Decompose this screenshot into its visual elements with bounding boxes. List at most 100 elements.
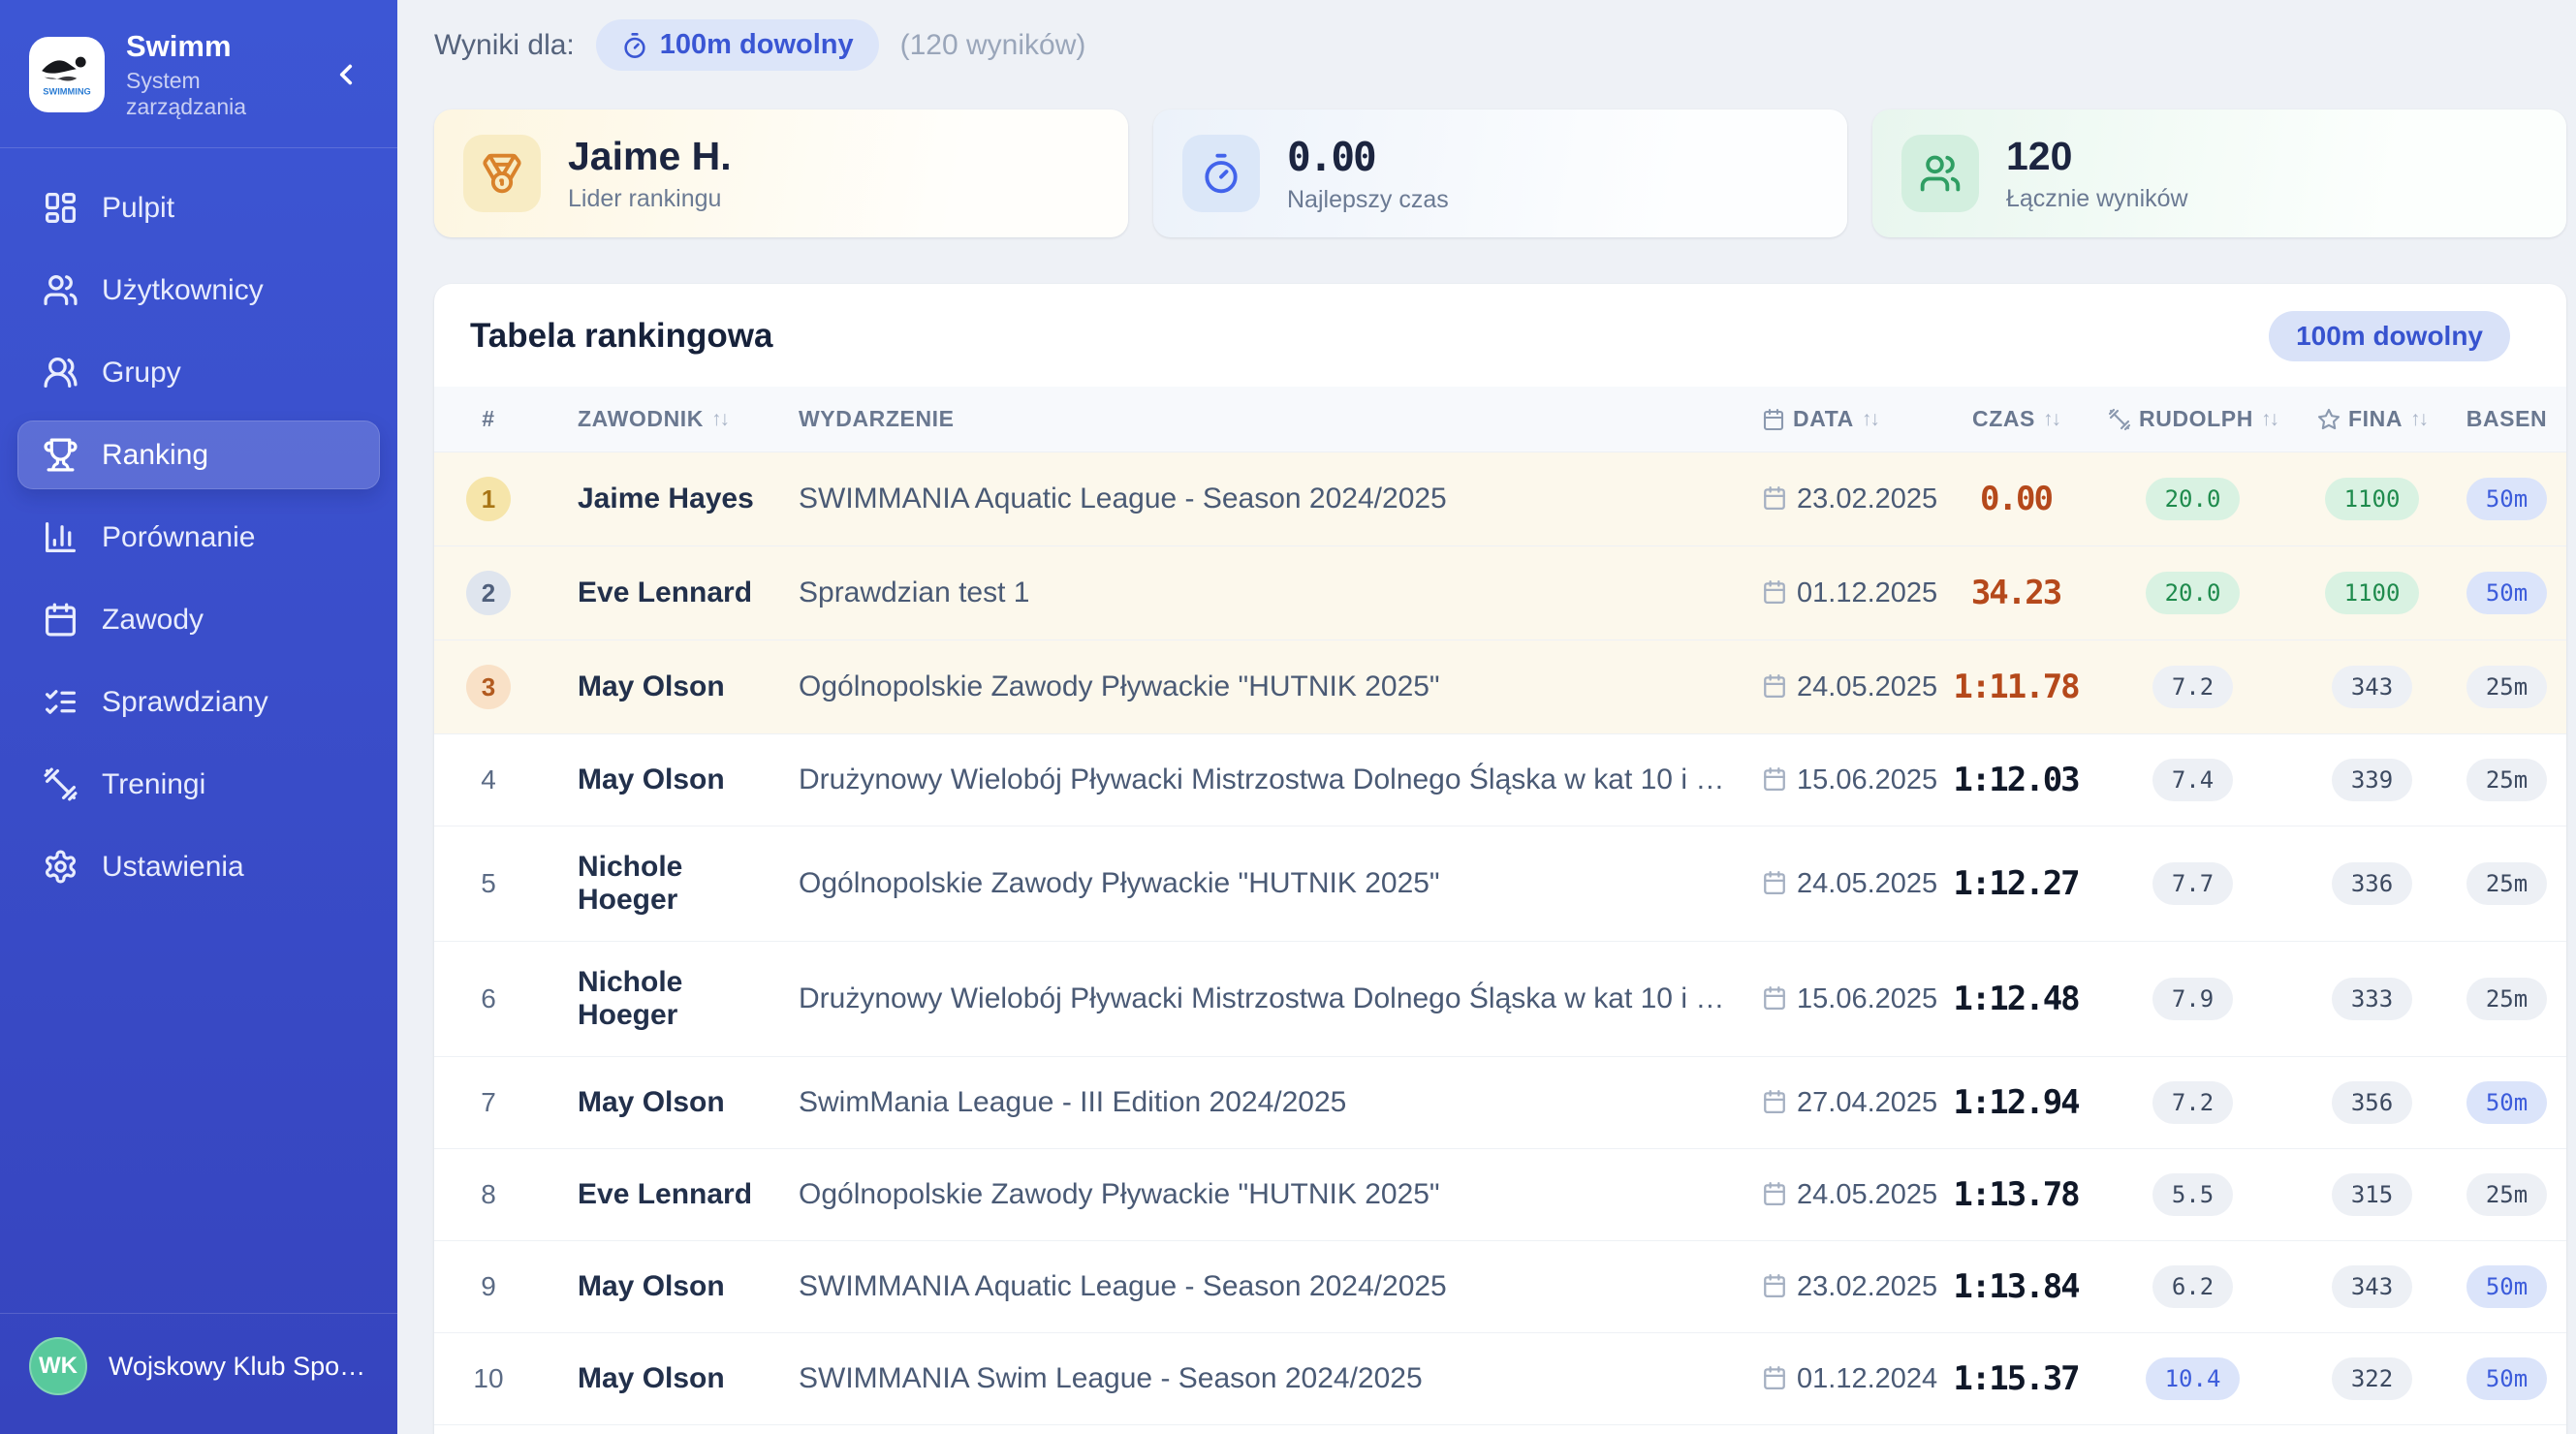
sidebar-item-ustawienia[interactable]: Ustawienia [17, 832, 380, 901]
pool-length-badge: 50m [2466, 1265, 2547, 1308]
rank-medal-badge: 3 [466, 665, 511, 709]
column-header-czas[interactable]: CZAS ↑↓ [1943, 387, 2089, 452]
stat-label: Najlepszy czas [1287, 186, 1449, 214]
column-label: # [482, 406, 494, 432]
column-header-basen: BASEN [2447, 387, 2566, 452]
fina-points-badge: 1100 [2325, 478, 2420, 520]
event-name: SWIMMANIA Swim League - Season 2024/2025 [785, 1333, 1735, 1425]
pool-length-badge: 25m [2466, 1173, 2547, 1216]
event-filter-chip[interactable]: 100m dowolny [596, 19, 879, 71]
sidebar-item-por-wnanie[interactable]: Porównanie [17, 503, 380, 572]
result-date: 27.04.2025 [1735, 1057, 1943, 1149]
swimmer-name: Eve Lennard [543, 1425, 785, 1434]
column-header-data[interactable]: DATA↑↓ [1735, 387, 1943, 452]
calendar-icon [1762, 1089, 1787, 1114]
sidebar-item-u-ytkownicy[interactable]: Użytkownicy [17, 256, 380, 325]
calendar-icon [1762, 485, 1787, 511]
table-body: 1Jaime HayesSWIMMANIA Aquatic League - S… [434, 452, 2566, 1434]
table-row[interactable]: 8Eve LennardOgólnopolskie Zawody Pływack… [434, 1149, 2566, 1241]
sidebar-item-zawody[interactable]: Zawody [17, 585, 380, 654]
calendar-icon [1762, 1273, 1787, 1298]
result-date: 24.05.2025 [1735, 826, 1943, 942]
rudolph-score-badge: 7.2 [2152, 666, 2233, 708]
calendar-icon [1762, 408, 1785, 431]
table-card-header: Tabela rankingowa 100m dowolny [434, 284, 2566, 387]
calendar-icon [1762, 1181, 1787, 1206]
fina-points-badge: 333 [2332, 978, 2412, 1020]
sort-icon: ↑↓ [2043, 408, 2059, 431]
pool-length-badge: 50m [2466, 572, 2547, 614]
sidebar-item-sprawdziany[interactable]: Sprawdziany [17, 668, 380, 736]
event-badge[interactable]: 100m dowolny [2269, 311, 2510, 361]
sidebar-user[interactable]: WK Wojskowy Klub Sportowy ... [0, 1313, 397, 1434]
sidebar-item-label: Sprawdziany [102, 686, 268, 719]
stopwatch-icon [1200, 152, 1242, 195]
rudolph-score-badge: 7.2 [2152, 1081, 2233, 1124]
result-date: 23.02.2025 [1735, 1241, 1943, 1333]
dashboard-icon [43, 190, 79, 226]
fina-points-badge: 343 [2332, 666, 2412, 708]
stat-icon-box [1182, 135, 1260, 212]
result-date: 24.05.2025 [1735, 1149, 1943, 1241]
result-date: 24.05.2025 [1735, 640, 1943, 734]
table-row[interactable]: 9May OlsonSWIMMANIA Aquatic League - Sea… [434, 1241, 2566, 1333]
ranking-table-card: Tabela rankingowa 100m dowolny # ZAWODNIK… [434, 284, 2566, 1434]
result-time: 1:12.27 [1943, 826, 2089, 942]
sidebar: SWIMMING Swimm System zarządzania Pulpit… [0, 0, 397, 1434]
table-row[interactable]: 11Eve LennardSwimMania League - III Edit… [434, 1425, 2566, 1434]
stat-icon-box [1901, 135, 1979, 212]
column-header-rudolph[interactable]: RUDOLPH↑↓ [2089, 387, 2297, 452]
medal-icon [481, 152, 523, 195]
sidebar-item-grupy[interactable]: Grupy [17, 338, 380, 407]
event-name: Ogólnopolskie Zawody Pływackie "HUTNIK 2… [785, 1149, 1735, 1241]
calendar-icon [1762, 766, 1787, 792]
table-header-row: #ZAWODNIK↑↓WYDARZENIEDATA↑↓CZAS↑↓RUDOLPH… [434, 387, 2566, 452]
swimmer-name: Jaime Hayes [543, 452, 785, 546]
sort-icon: ↑↓ [2261, 408, 2278, 431]
table-row[interactable]: 10May OlsonSWIMMANIA Swim League - Seaso… [434, 1333, 2566, 1425]
sidebar-item-treningi[interactable]: Treningi [17, 750, 380, 819]
chevron-left-icon [330, 58, 362, 91]
table-row[interactable]: 7May OlsonSwimMania League - III Edition… [434, 1057, 2566, 1149]
table-title: Tabela rankingowa [470, 317, 773, 356]
calendar-icon [43, 602, 79, 638]
rank-medal-badge: 1 [466, 477, 511, 521]
event-name: Ogólnopolskie Zawody Pływackie "HUTNIK 2… [785, 640, 1735, 734]
sidebar-item-label: Porównanie [102, 521, 255, 554]
dumbbell-icon [2108, 408, 2131, 431]
group-icon [43, 355, 79, 390]
rank-medal-badge: 2 [466, 571, 511, 615]
swimmer-name: Nichole Hoeger [543, 942, 785, 1057]
table-row[interactable]: 4May OlsonDrużynowy Wielobój Pływacki Mi… [434, 734, 2566, 826]
event-chip-label: 100m dowolny [660, 29, 854, 61]
table-row[interactable]: 3May OlsonOgólnopolskie Zawody Pływackie… [434, 640, 2566, 734]
stat-card-green: 120 Łącznie wyników [1872, 109, 2566, 237]
table-row[interactable]: 2Eve LennardSprawdzian test 101.12.20253… [434, 546, 2566, 640]
column-header-zawodnik[interactable]: ZAWODNIK↑↓ [543, 387, 785, 452]
sidebar-item-ranking[interactable]: Ranking [17, 421, 380, 489]
calendar-icon [1762, 1365, 1787, 1390]
result-date: 27.04.2025 [1735, 1425, 1943, 1434]
stat-value: Jaime H. [568, 134, 732, 179]
column-label: CZAS [1972, 406, 2035, 432]
trophy-icon [43, 437, 79, 473]
result-time: 1:11.78 [1943, 640, 2089, 734]
column-header-fina[interactable]: FINA↑↓ [2297, 387, 2447, 452]
pool-length-badge: 25m [2466, 978, 2547, 1020]
rank-number: 4 [481, 764, 496, 795]
table-row[interactable]: 1Jaime HayesSWIMMANIA Aquatic League - S… [434, 452, 2566, 546]
result-time: 1:13.84 [1943, 1241, 2089, 1333]
sidebar-item-pulpit[interactable]: Pulpit [17, 173, 380, 242]
sidebar-header: SWIMMING Swimm System zarządzania [0, 0, 397, 148]
table-row[interactable]: 6Nichole HoegerDrużynowy Wielobój Pływac… [434, 942, 2566, 1057]
table-row[interactable]: 5Nichole HoegerOgólnopolskie Zawody Pływ… [434, 826, 2566, 942]
sidebar-item-label: Zawody [102, 604, 204, 637]
calendar-icon [1762, 870, 1787, 895]
rank-number: 6 [481, 983, 496, 1013]
sidebar-collapse-button[interactable] [324, 52, 368, 97]
event-name: SwimMania League - III Edition 2024/2025 [785, 1425, 1735, 1434]
calendar-icon [1762, 673, 1787, 699]
sidebar-item-label: Użytkownicy [102, 274, 264, 307]
column-label: WYDARZENIE [799, 406, 955, 432]
event-name: Ogólnopolskie Zawody Pływackie "HUTNIK 2… [785, 826, 1735, 942]
